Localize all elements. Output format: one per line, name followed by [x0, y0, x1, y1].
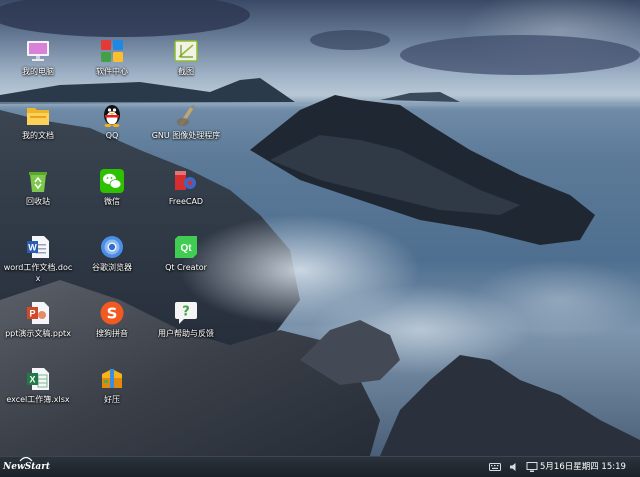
haozip-icon: [102, 369, 122, 388]
computer-icon: [27, 41, 49, 61]
sogou-pinyin-icon: S: [100, 301, 124, 325]
software-center-icon: [101, 40, 123, 62]
desktop-icon-my-documents[interactable]: 我的文档: [3, 100, 73, 164]
desktop-icon-label: FreeCAD: [168, 197, 204, 206]
freecad-icon: [175, 171, 196, 190]
start-button[interactable]: NewStart: [3, 456, 55, 477]
desktop-icon-label: GNU 图像处理程序: [151, 131, 221, 140]
desktop-icon-word-document[interactable]: W word工作文档.docx: [3, 232, 73, 296]
desktop-icon-wechat[interactable]: 微信: [77, 166, 147, 230]
taskbar: NewStart 5月16日星期四 15:19: [0, 456, 640, 477]
desktop-icon-my-computer[interactable]: 我的电脑: [3, 36, 73, 100]
qq-penguin-icon: [104, 105, 120, 128]
excel-icon: X: [27, 368, 49, 390]
svg-text:S: S: [107, 305, 118, 323]
desktop-icon-help-feedback[interactable]: ? 用户帮助与反馈: [151, 298, 221, 362]
folder-icon: [27, 108, 49, 125]
desktop-icon-sogou-pinyin[interactable]: S 搜狗拼音: [77, 298, 147, 362]
gimp-icon: [177, 105, 196, 126]
desktop-icon-label: 搜狗拼音: [96, 329, 128, 338]
desktop-icon-software-center[interactable]: 软件中心: [77, 36, 147, 100]
newstart-logo-icon: [19, 456, 33, 462]
svg-text:?: ?: [182, 305, 190, 320]
desktop: 我的电脑 我的文档 回收站 W word工作文档.docx P ppt演示文稿.…: [0, 0, 640, 456]
desktop-icon-recycle-bin[interactable]: 回收站: [3, 166, 73, 230]
desktop-icon-label: ppt演示文稿.pptx: [5, 329, 71, 338]
svg-text:P: P: [29, 309, 35, 319]
desktop-icon-label: 我的文档: [22, 131, 54, 140]
desktop-icon-label: 谷歌浏览器: [92, 263, 132, 272]
wechat-icon: [100, 169, 124, 193]
desktop-icon-label: word工作文档.docx: [3, 263, 73, 283]
desktop-icon-label: excel工作簿.xlsx: [6, 395, 70, 404]
desktop-icon-qq[interactable]: QQ: [77, 100, 147, 164]
desktop-icon-label: 微信: [104, 197, 120, 206]
powerpoint-icon: P: [27, 302, 49, 324]
screenshot-icon: [174, 40, 198, 62]
network-icon[interactable]: [526, 461, 538, 473]
desktop-icon-excel-workbook[interactable]: X excel工作簿.xlsx: [3, 364, 73, 428]
taskbar-clock[interactable]: 5月16日星期四 15:19: [540, 457, 626, 477]
chrome-browser-icon: [101, 236, 123, 258]
desktop-icon-label: 用户帮助与反馈: [158, 329, 214, 338]
desktop-icon-chrome[interactable]: 谷歌浏览器: [77, 232, 147, 296]
desktop-icon-label: 回收站: [26, 197, 50, 206]
start-button-label: NewStart: [3, 462, 51, 472]
word-document-icon: W: [27, 236, 49, 258]
help-feedback-icon: ?: [175, 302, 197, 324]
recycle-bin-icon: [29, 172, 47, 192]
desktop-icon-label: 软件中心: [96, 67, 128, 76]
desktop-icon-haozip[interactable]: 好压: [77, 364, 147, 428]
desktop-icon-screenshot[interactable]: 截图: [151, 36, 221, 100]
desktop-icon-label: 截图: [178, 67, 194, 76]
desktop-icon-ppt-presentation[interactable]: P ppt演示文稿.pptx: [3, 298, 73, 362]
svg-text:X: X: [29, 375, 35, 385]
qt-creator-icon: Qt: [175, 236, 197, 258]
svg-text:W: W: [28, 243, 37, 253]
desktop-icon-label: Qt Creator: [165, 263, 207, 272]
svg-text:Qt: Qt: [180, 243, 192, 254]
desktop-icon-label: 好压: [104, 395, 120, 404]
desktop-icon-freecad[interactable]: FreeCAD: [151, 166, 221, 230]
volume-icon[interactable]: [508, 461, 520, 473]
desktop-icon-gimp[interactable]: GNU 图像处理程序: [151, 100, 221, 164]
desktop-icon-label: 我的电脑: [22, 67, 54, 76]
desktop-icon-label: QQ: [105, 131, 119, 140]
desktop-icon-qt-creator[interactable]: Qt Qt Creator: [151, 232, 221, 296]
keyboard-icon[interactable]: [489, 461, 501, 473]
